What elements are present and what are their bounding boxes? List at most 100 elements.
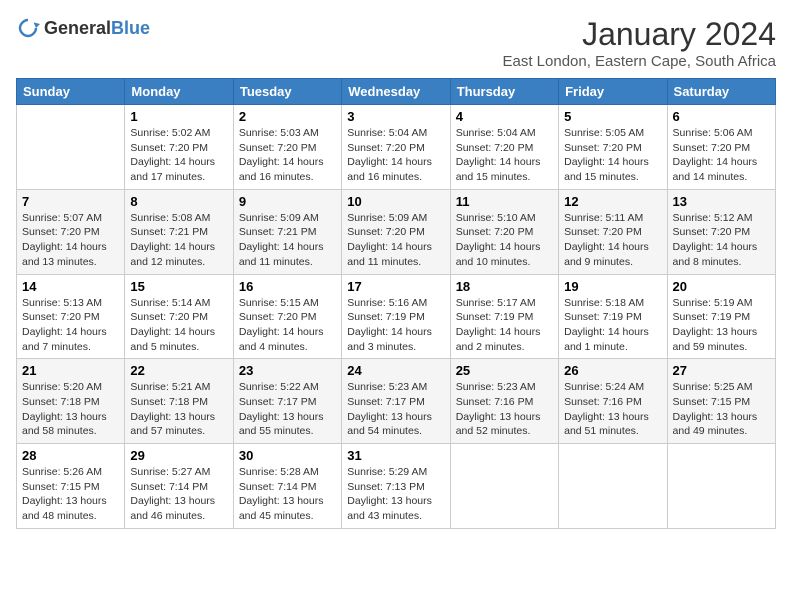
calendar-cell: 14 Sunrise: 5:13 AM Sunset: 7:20 PM Dayli… [17, 274, 125, 359]
day-info: Sunrise: 5:06 AM Sunset: 7:20 PM Dayligh… [673, 126, 770, 185]
weekday-header-tuesday: Tuesday [233, 79, 341, 105]
day-number: 4 [456, 109, 553, 124]
day-info: Sunrise: 5:14 AM Sunset: 7:20 PM Dayligh… [130, 296, 227, 355]
calendar-cell: 3 Sunrise: 5:04 AM Sunset: 7:20 PM Daylig… [342, 105, 450, 190]
calendar-cell: 2 Sunrise: 5:03 AM Sunset: 7:20 PM Daylig… [233, 105, 341, 190]
day-info: Sunrise: 5:22 AM Sunset: 7:17 PM Dayligh… [239, 380, 336, 439]
calendar-cell [667, 444, 775, 529]
day-info: Sunrise: 5:02 AM Sunset: 7:20 PM Dayligh… [130, 126, 227, 185]
day-number: 16 [239, 279, 336, 294]
calendar-cell: 6Sunrise: 5:06 AM Sunset: 7:20 PM Daylig… [667, 105, 775, 190]
month-title: January 2024 [502, 16, 776, 53]
day-number: 23 [239, 363, 336, 378]
calendar-cell: 26Sunrise: 5:24 AM Sunset: 7:16 PM Dayli… [559, 359, 667, 444]
calendar-cell: 5 Sunrise: 5:05 AM Sunset: 7:20 PM Daylig… [559, 105, 667, 190]
day-info: Sunrise: 5:29 AM Sunset: 7:13 PM Dayligh… [347, 465, 444, 524]
day-info: Sunrise: 5:20 AM Sunset: 7:18 PM Dayligh… [22, 380, 119, 439]
day-number: 10 [347, 194, 444, 209]
day-info: Sunrise: 5:09 AM Sunset: 7:21 PM Dayligh… [239, 211, 336, 270]
day-info: Sunrise: 5:05 AM Sunset: 7:20 PM Dayligh… [564, 126, 661, 185]
day-number: 9 [239, 194, 336, 209]
calendar-cell: 23 Sunrise: 5:22 AM Sunset: 7:17 PM Dayli… [233, 359, 341, 444]
day-number: 2 [239, 109, 336, 124]
day-number: 29 [130, 448, 227, 463]
calendar-cell: 27Sunrise: 5:25 AM Sunset: 7:15 PM Dayli… [667, 359, 775, 444]
day-info: Sunrise: 5:27 AM Sunset: 7:14 PM Dayligh… [130, 465, 227, 524]
calendar-cell: 7 Sunrise: 5:07 AM Sunset: 7:20 PM Daylig… [17, 189, 125, 274]
day-info: Sunrise: 5:18 AM Sunset: 7:19 PM Dayligh… [564, 296, 661, 355]
day-number: 31 [347, 448, 444, 463]
day-number: 13 [673, 194, 770, 209]
day-info: Sunrise: 5:10 AM Sunset: 7:20 PM Dayligh… [456, 211, 553, 270]
calendar-cell: 9 Sunrise: 5:09 AM Sunset: 7:21 PM Daylig… [233, 189, 341, 274]
calendar-cell: 13 Sunrise: 5:12 AM Sunset: 7:20 PM Dayli… [667, 189, 775, 274]
day-info: Sunrise: 5:04 AM Sunset: 7:20 PM Dayligh… [347, 126, 444, 185]
day-info: Sunrise: 5:15 AM Sunset: 7:20 PM Dayligh… [239, 296, 336, 355]
day-info: Sunrise: 5:16 AM Sunset: 7:19 PM Dayligh… [347, 296, 444, 355]
logo-blue: Blue [111, 18, 150, 39]
calendar-cell: 16 Sunrise: 5:15 AM Sunset: 7:20 PM Dayli… [233, 274, 341, 359]
calendar-week-row: 1 Sunrise: 5:02 AM Sunset: 7:20 PM Daylig… [17, 105, 776, 190]
day-number: 22 [130, 363, 227, 378]
day-info: Sunrise: 5:12 AM Sunset: 7:20 PM Dayligh… [673, 211, 770, 270]
day-number: 7 [22, 194, 119, 209]
day-number: 30 [239, 448, 336, 463]
calendar-cell: 18Sunrise: 5:17 AM Sunset: 7:19 PM Dayli… [450, 274, 558, 359]
day-info: Sunrise: 5:08 AM Sunset: 7:21 PM Dayligh… [130, 211, 227, 270]
day-number: 5 [564, 109, 661, 124]
calendar-week-row: 28Sunrise: 5:26 AM Sunset: 7:15 PM Dayli… [17, 444, 776, 529]
calendar-header-row: SundayMondayTuesdayWednesdayThursdayFrid… [17, 79, 776, 105]
day-info: Sunrise: 5:26 AM Sunset: 7:15 PM Dayligh… [22, 465, 119, 524]
calendar-cell: 10Sunrise: 5:09 AM Sunset: 7:20 PM Dayli… [342, 189, 450, 274]
calendar-cell: 31 Sunrise: 5:29 AM Sunset: 7:13 PM Dayli… [342, 444, 450, 529]
calendar-cell: 28Sunrise: 5:26 AM Sunset: 7:15 PM Dayli… [17, 444, 125, 529]
day-number: 3 [347, 109, 444, 124]
calendar-cell: 19 Sunrise: 5:18 AM Sunset: 7:19 PM Dayli… [559, 274, 667, 359]
day-number: 1 [130, 109, 227, 124]
weekday-header-monday: Monday [125, 79, 233, 105]
calendar-cell: 11 Sunrise: 5:10 AM Sunset: 7:20 PM Dayli… [450, 189, 558, 274]
calendar-cell [450, 444, 558, 529]
day-info: Sunrise: 5:17 AM Sunset: 7:19 PM Dayligh… [456, 296, 553, 355]
calendar-week-row: 14 Sunrise: 5:13 AM Sunset: 7:20 PM Dayli… [17, 274, 776, 359]
calendar-cell: 12 Sunrise: 5:11 AM Sunset: 7:20 PM Dayli… [559, 189, 667, 274]
page-header: General Blue January 2024 East London, E… [16, 16, 776, 70]
day-info: Sunrise: 5:24 AM Sunset: 7:16 PM Dayligh… [564, 380, 661, 439]
calendar-table: SundayMondayTuesdayWednesdayThursdayFrid… [16, 78, 776, 529]
location-title: East London, Eastern Cape, South Africa [502, 53, 776, 70]
calendar-cell: 1 Sunrise: 5:02 AM Sunset: 7:20 PM Daylig… [125, 105, 233, 190]
day-info: Sunrise: 5:28 AM Sunset: 7:14 PM Dayligh… [239, 465, 336, 524]
day-info: Sunrise: 5:07 AM Sunset: 7:20 PM Dayligh… [22, 211, 119, 270]
weekday-header-thursday: Thursday [450, 79, 558, 105]
day-info: Sunrise: 5:13 AM Sunset: 7:20 PM Dayligh… [22, 296, 119, 355]
calendar-cell: 4 Sunrise: 5:04 AM Sunset: 7:20 PM Daylig… [450, 105, 558, 190]
day-info: Sunrise: 5:04 AM Sunset: 7:20 PM Dayligh… [456, 126, 553, 185]
calendar-cell: 20 Sunrise: 5:19 AM Sunset: 7:19 PM Dayli… [667, 274, 775, 359]
calendar-cell: 24Sunrise: 5:23 AM Sunset: 7:17 PM Dayli… [342, 359, 450, 444]
calendar-cell: 22Sunrise: 5:21 AM Sunset: 7:18 PM Dayli… [125, 359, 233, 444]
weekday-header-wednesday: Wednesday [342, 79, 450, 105]
day-number: 15 [130, 279, 227, 294]
day-info: Sunrise: 5:11 AM Sunset: 7:20 PM Dayligh… [564, 211, 661, 270]
day-number: 24 [347, 363, 444, 378]
calendar-cell: 17 Sunrise: 5:16 AM Sunset: 7:19 PM Dayli… [342, 274, 450, 359]
day-number: 14 [22, 279, 119, 294]
day-number: 17 [347, 279, 444, 294]
calendar-cell: 29 Sunrise: 5:27 AM Sunset: 7:14 PM Dayli… [125, 444, 233, 529]
calendar-cell [559, 444, 667, 529]
day-info: Sunrise: 5:25 AM Sunset: 7:15 PM Dayligh… [673, 380, 770, 439]
calendar-cell: 30 Sunrise: 5:28 AM Sunset: 7:14 PM Dayli… [233, 444, 341, 529]
day-number: 11 [456, 194, 553, 209]
day-number: 25 [456, 363, 553, 378]
day-info: Sunrise: 5:03 AM Sunset: 7:20 PM Dayligh… [239, 126, 336, 185]
weekday-header-saturday: Saturday [667, 79, 775, 105]
day-info: Sunrise: 5:19 AM Sunset: 7:19 PM Dayligh… [673, 296, 770, 355]
logo-general: General [44, 18, 111, 39]
logo: General Blue [16, 16, 150, 40]
calendar-cell: 8Sunrise: 5:08 AM Sunset: 7:21 PM Daylig… [125, 189, 233, 274]
day-number: 19 [564, 279, 661, 294]
day-number: 12 [564, 194, 661, 209]
day-number: 20 [673, 279, 770, 294]
day-number: 21 [22, 363, 119, 378]
weekday-header-friday: Friday [559, 79, 667, 105]
